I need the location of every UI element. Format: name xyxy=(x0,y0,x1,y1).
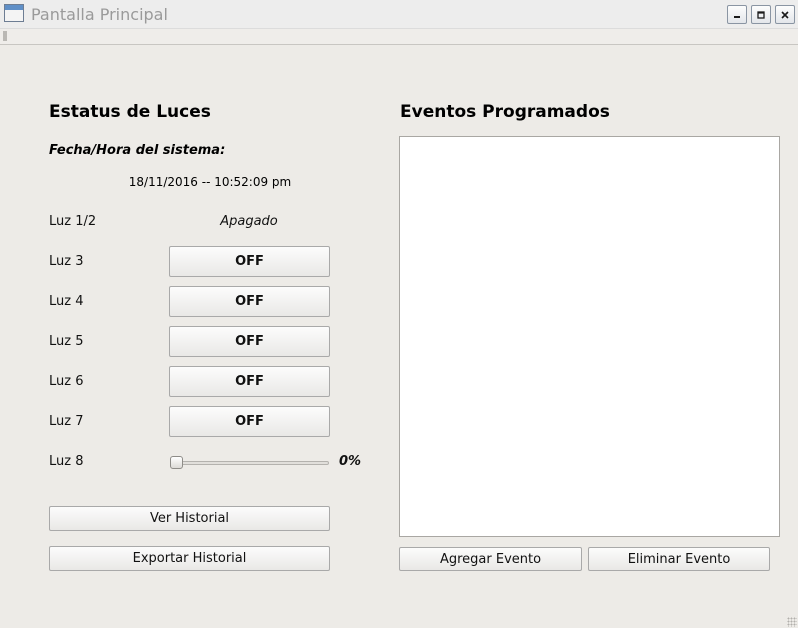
datetime-value: 18/11/2016 -- 10:52:09 pm xyxy=(128,175,292,189)
light-8-slider-handle[interactable] xyxy=(170,456,183,469)
remove-event-button[interactable]: Eliminar Evento xyxy=(588,547,770,571)
light-8-dimmer-slider[interactable] xyxy=(170,461,329,465)
close-button[interactable] xyxy=(775,5,795,24)
light-6-toggle-button[interactable]: OFF xyxy=(169,366,330,397)
light-5-toggle-button[interactable]: OFF xyxy=(169,326,330,357)
export-history-button[interactable]: Exportar Historial xyxy=(49,546,330,571)
resize-grip-handle[interactable] xyxy=(787,617,797,627)
light-6-label: Luz 6 xyxy=(49,374,84,389)
close-icon xyxy=(781,10,789,19)
light-4-label: Luz 4 xyxy=(49,294,84,309)
toolbar xyxy=(0,29,798,45)
light-3-toggle-button[interactable]: OFF xyxy=(169,246,330,277)
minimize-button[interactable] xyxy=(727,5,747,24)
maximize-icon xyxy=(757,10,765,19)
add-event-button[interactable]: Agregar Evento xyxy=(399,547,582,571)
title-bar[interactable]: Pantalla Principal xyxy=(0,0,798,29)
main-window: Pantalla Principal Estatus de Luces Fech… xyxy=(0,0,798,628)
light-4-toggle-button[interactable]: OFF xyxy=(169,286,330,317)
light-1-2-label: Luz 1/2 xyxy=(49,214,97,229)
maximize-button[interactable] xyxy=(751,5,771,24)
light-7-toggle-button[interactable]: OFF xyxy=(169,406,330,437)
window-title: Pantalla Principal xyxy=(31,5,168,24)
light-8-label: Luz 8 xyxy=(49,454,84,469)
lights-panel-title: Estatus de Luces xyxy=(49,102,211,122)
view-history-button[interactable]: Ver Historial xyxy=(49,506,330,531)
light-7-label: Luz 7 xyxy=(49,414,84,429)
minimize-icon xyxy=(734,15,740,18)
events-panel-title: Eventos Programados xyxy=(400,102,610,122)
datetime-label: Fecha/Hora del sistema: xyxy=(49,143,226,158)
light-8-dimmer-value: 0% xyxy=(339,454,362,469)
scheduled-events-list[interactable] xyxy=(399,136,780,537)
light-1-2-status: Apagado xyxy=(220,214,278,229)
light-3-label: Luz 3 xyxy=(49,254,84,269)
light-5-label: Luz 5 xyxy=(49,334,84,349)
toolbar-grip-handle[interactable] xyxy=(3,31,7,41)
window-app-icon xyxy=(4,4,24,22)
